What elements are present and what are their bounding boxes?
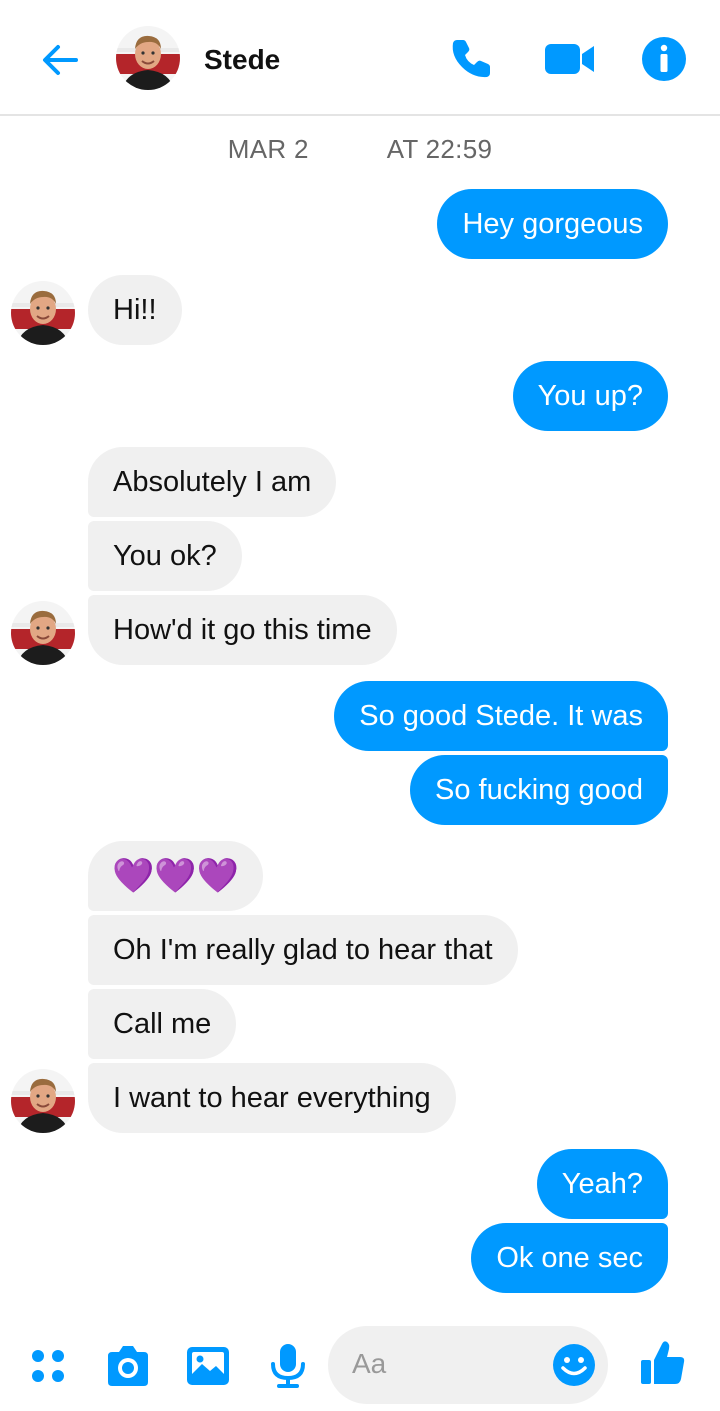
sender-avatar (11, 601, 75, 665)
info-icon[interactable] (640, 35, 688, 83)
timestamp-time: AT 22:59 (386, 134, 493, 164)
incoming-message[interactable]: Oh I'm really glad to hear that (88, 915, 518, 985)
emoji-message[interactable]: 💜💜💜 (88, 841, 264, 911)
incoming-message[interactable]: Call me (88, 989, 237, 1059)
incoming-message[interactable]: I want to hear everything (88, 1063, 456, 1133)
timestamp-date: MAR 2 (227, 134, 309, 164)
incoming-message[interactable]: You ok? (88, 521, 242, 591)
outgoing-message[interactable]: Yeah? (536, 1149, 668, 1219)
microphone-icon[interactable] (264, 1342, 312, 1390)
message-input-container[interactable] (328, 1326, 608, 1404)
conversation-header: Stede (0, 0, 720, 116)
incoming-message[interactable]: Absolutely I am (88, 447, 337, 517)
image-gallery-icon[interactable] (184, 1342, 232, 1390)
camera-icon[interactable] (104, 1342, 152, 1390)
outgoing-message[interactable]: You up? (512, 361, 668, 431)
incoming-message[interactable]: How'd it go this time (88, 595, 397, 665)
sender-avatar (11, 281, 75, 345)
incoming-message[interactable]: Hi!! (88, 275, 182, 345)
apps-menu-icon[interactable] (24, 1342, 72, 1390)
thumbs-up-icon[interactable] (638, 1338, 688, 1388)
back-arrow-icon[interactable] (36, 36, 84, 84)
contact-avatar[interactable] (116, 26, 180, 90)
outgoing-message[interactable]: Hey gorgeous (437, 189, 668, 259)
message-composer (0, 1320, 720, 1411)
sender-avatar (11, 1069, 75, 1133)
phone-icon[interactable] (446, 34, 496, 84)
message-input[interactable] (352, 1342, 552, 1386)
conversation-timestamp: MAR 2 AT 22:59 (0, 134, 720, 165)
outgoing-message[interactable]: So fucking good (410, 755, 668, 825)
contact-name[interactable]: Stede (204, 44, 280, 76)
outgoing-message[interactable]: So good Stede. It was (334, 681, 668, 751)
video-camera-icon[interactable] (544, 34, 596, 84)
emoji-icon[interactable] (552, 1343, 596, 1387)
outgoing-message[interactable]: Ok one sec (471, 1223, 668, 1293)
